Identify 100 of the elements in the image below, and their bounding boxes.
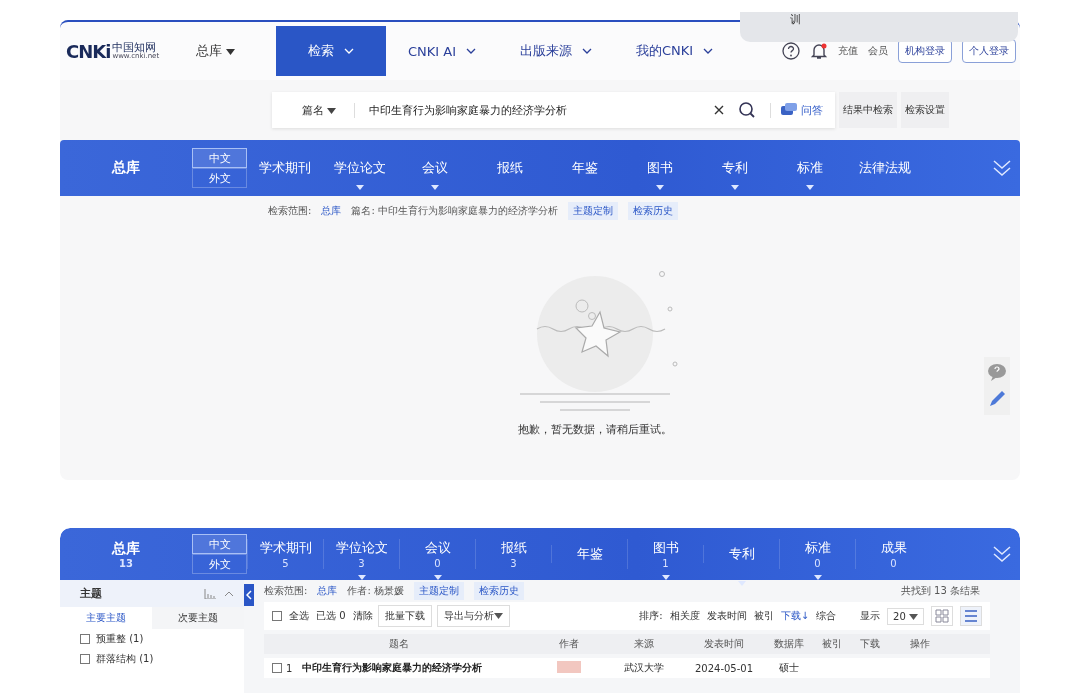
result-count: 5 [282, 558, 289, 569]
chevron-down-icon[interactable] [703, 48, 714, 54]
column-header: 发表时间 [703, 637, 745, 651]
collapse-icon[interactable] [224, 590, 234, 597]
scope-button[interactable]: 检索历史 [473, 582, 524, 600]
nav-tab[interactable]: CNKI AI [386, 26, 499, 76]
toolbar-button[interactable]: 批量下载 [377, 605, 432, 627]
chat-icon [781, 103, 797, 117]
database-tab[interactable]: 学术期刊 [258, 159, 311, 177]
selected-count: 已选 0 [316, 609, 346, 623]
toolbar-button[interactable]: 导出与分析 [436, 605, 510, 627]
paper-title-link[interactable]: 中印生育行为影响家庭暴力的经济学分析 [302, 661, 483, 675]
header-link[interactable]: 会员 [868, 44, 888, 58]
caret-icon[interactable] [493, 613, 503, 619]
filter-option[interactable]: 群落结构 (1) [96, 652, 154, 666]
nav-tab[interactable]: 检索 [276, 26, 386, 76]
sort-option[interactable]: 综合 [816, 609, 837, 623]
search-option-button[interactable]: 结果中检索 [839, 92, 897, 128]
panel-title: 主题 [80, 586, 103, 601]
database-tab[interactable]: 会议 [424, 539, 451, 557]
result-summary: 共找到 13 条结果 [900, 584, 980, 598]
language-tab[interactable]: 中文 [192, 534, 247, 554]
search-option-button[interactable]: 检索设置 [901, 92, 949, 128]
row-number: 1 [286, 662, 293, 674]
search-icon[interactable] [738, 101, 756, 119]
library-dropdown[interactable]: 总库 [196, 42, 276, 60]
checkbox[interactable] [80, 654, 90, 664]
question-bubble-icon[interactable] [987, 363, 1007, 381]
scope-button[interactable]: 检索历史 [627, 202, 678, 220]
sort-option[interactable]: 相关度 [669, 609, 700, 623]
chevron-down-icon[interactable] [466, 48, 477, 54]
column-header: 题名 [388, 637, 410, 651]
database-tab[interactable]: 图书 [646, 159, 673, 177]
database-tab[interactable]: 学术期刊 [259, 539, 312, 557]
database-tab[interactable]: 成果 [880, 539, 907, 557]
page-size-dropdown[interactable]: 20 [887, 607, 924, 625]
expand-icon[interactable] [992, 159, 1012, 177]
scope-button[interactable]: 主题定制 [413, 582, 464, 600]
caret-icon[interactable] [226, 49, 236, 55]
select-all-label[interactable]: 全选 [289, 609, 309, 623]
all-databases-tab[interactable]: 总库 [60, 159, 192, 177]
checkbox[interactable] [272, 663, 282, 673]
sort-option[interactable]: 被引 [753, 609, 774, 623]
chevron-down-icon[interactable] [582, 48, 593, 54]
column-header: 数据库 [773, 637, 805, 651]
database-tab[interactable]: 标准 [796, 159, 823, 177]
filter-option[interactable]: 预重整 (1) [96, 632, 144, 646]
caret-icon[interactable] [327, 107, 337, 114]
table-cell-text: 武汉大学 [623, 661, 665, 675]
checkbox[interactable] [80, 634, 90, 644]
column-header: 下载 [859, 637, 881, 651]
column-header: 作者 [558, 637, 580, 651]
database-tab[interactable]: 年鉴 [576, 545, 603, 563]
sort-option[interactable]: 下载↓ [780, 609, 810, 623]
scope-database[interactable]: 总库 [317, 584, 338, 598]
result-count: 3 [510, 558, 517, 569]
database-tab[interactable]: 学位论文 [333, 159, 386, 177]
clear-link[interactable]: 清除 [352, 609, 373, 623]
scope-query: 篇名: 中印生育行为影响家庭暴力的经济学分析 [351, 204, 558, 218]
database-tab[interactable]: 专利 [721, 159, 748, 177]
bell-icon[interactable] [810, 42, 828, 60]
help-icon[interactable] [782, 42, 800, 60]
scope-database[interactable]: 总库 [321, 204, 342, 218]
search-text: 中印生育行为影响家庭暴力的经济学分析 [369, 102, 568, 118]
nav-tab[interactable]: 我的CNKI [614, 26, 736, 76]
language-tab[interactable]: 外文 [192, 168, 247, 188]
database-tab[interactable]: 报纸 [496, 159, 523, 177]
database-tab[interactable]: 专利 [728, 545, 755, 563]
database-tab[interactable]: 法律法规 [858, 159, 911, 177]
language-tab[interactable]: 外文 [192, 554, 247, 574]
database-tab[interactable]: 会议 [421, 159, 448, 177]
collapse-handle[interactable] [244, 584, 254, 606]
notification-toast: 训 [740, 12, 1018, 42]
topic-tab[interactable]: 次要主题 [152, 607, 244, 629]
sort-option[interactable]: 发表时间 [706, 609, 747, 623]
table-cell-text: 2024-05-01 [693, 662, 755, 674]
grid-view-icon[interactable] [931, 606, 953, 626]
close-icon[interactable] [714, 105, 724, 115]
database-tab[interactable]: 学位论文 [335, 539, 388, 557]
result-count: 0 [890, 558, 897, 569]
qa-button[interactable]: 问答 [770, 102, 823, 118]
scope-button[interactable]: 主题定制 [567, 202, 618, 220]
database-tab[interactable]: 报纸 [500, 539, 527, 557]
all-databases-tab[interactable]: 总库 13 [60, 539, 192, 569]
header-link[interactable]: 充值 [838, 44, 858, 58]
language-tab[interactable]: 中文 [192, 148, 247, 168]
search-field[interactable]: 篇名 中印生育行为影响家庭暴力的经济学分析 问答 [272, 92, 835, 128]
sort-label: 排序: [639, 609, 663, 623]
list-view-icon[interactable] [960, 606, 982, 626]
scope-label: 检索范围: [268, 204, 312, 218]
database-tab[interactable]: 图书 [652, 539, 679, 557]
pencil-icon[interactable] [987, 389, 1007, 409]
checkbox[interactable] [272, 611, 282, 621]
caret-icon[interactable] [909, 613, 918, 620]
database-tab[interactable]: 标准 [804, 539, 831, 557]
expand-icon[interactable] [992, 545, 1012, 563]
nav-tab[interactable]: 出版来源 [498, 26, 615, 76]
column-header: 来源 [633, 637, 655, 651]
field-dropdown[interactable]: 篇名 [284, 102, 355, 118]
database-tab[interactable]: 年鉴 [571, 159, 598, 177]
